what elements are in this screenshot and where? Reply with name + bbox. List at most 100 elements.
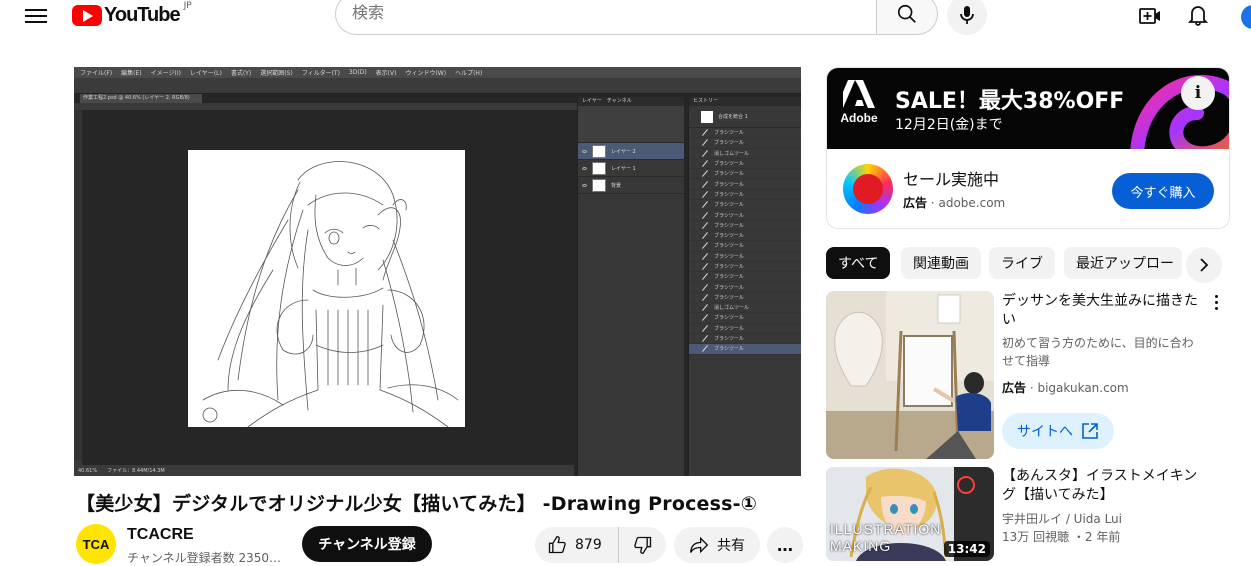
ps-layer-controls [578, 106, 684, 143]
rec-ad-thumbnail[interactable] [826, 291, 994, 459]
search-button[interactable] [876, 0, 938, 35]
ps-history-row: ブラシツール [689, 334, 801, 345]
ps-menu-item: フィルター(T) [301, 70, 340, 77]
rec-video-title[interactable]: 【あんスタ】イラストメイキング【描いてみた】 [1002, 467, 1202, 505]
rec-ad-menu-icon[interactable] [1208, 295, 1224, 313]
rec-video-views: 13万 回視聴 [1002, 530, 1070, 544]
ps-history-label: ブラシツール [714, 181, 744, 188]
rec-video-age: 2 年前 [1084, 530, 1121, 544]
ps-history-label: ブラシツール [714, 284, 744, 291]
brush-icon [702, 139, 708, 147]
ps-history-row: ブラシツール [689, 179, 801, 190]
ps-history-row: ブラシツール [689, 169, 801, 180]
ps-layer-thumb [592, 178, 606, 192]
share-button[interactable]: 共有 [674, 527, 760, 563]
ps-history-label: ブラシツール [714, 222, 744, 229]
brush-icon [702, 221, 708, 229]
ad-sale-date: 12月2日(金)まで [895, 117, 1003, 133]
brush-icon [702, 242, 708, 250]
search-icon [897, 4, 916, 23]
chip-live[interactable]: ライブ [989, 247, 1055, 279]
brush-icon [702, 263, 708, 270]
ps-history-label: ブラシツール [714, 202, 744, 209]
ps-history-label: ブラシツール [714, 171, 744, 178]
ps-snapshot-label: 合成を統合 1 [718, 114, 748, 120]
buy-now-button[interactable]: 今すぐ購入 [1112, 173, 1214, 209]
ps-history-row: ブラシツール [689, 241, 801, 252]
subscribe-button[interactable]: チャンネル登録 [302, 526, 432, 562]
chevron-right-icon [1200, 258, 1209, 272]
sketch-canvas [188, 150, 465, 427]
ps-layer-thumb [592, 161, 606, 175]
creative-cloud-icon [843, 164, 893, 214]
channel-avatar[interactable]: TCA [76, 524, 116, 564]
ps-history-label: ブラシツール [714, 325, 744, 332]
ps-menu-item: レイヤー(L) [189, 70, 222, 77]
ps-history-label: 消しゴムツール [714, 150, 750, 157]
ps-menu-item: 3D(D) [348, 69, 367, 76]
create-video-icon[interactable] [1138, 4, 1162, 28]
ps-history-label: ブラシツール [714, 161, 744, 168]
ps-history-label: ブラシツール [714, 274, 744, 281]
ps-history-row: 消しゴムツール [689, 149, 801, 159]
notifications-bell-icon[interactable] [1186, 3, 1210, 27]
chip-related[interactable]: 関連動画 [901, 247, 981, 279]
brush-icon [702, 129, 708, 137]
eye-icon [582, 149, 587, 153]
ps-history-row: ブラシツール [689, 344, 801, 355]
ps-history-label: 消しゴムツール [714, 305, 750, 312]
rec-video-channel[interactable]: 宇井田ルイ / Uida Lui [1002, 511, 1122, 528]
ps-menu-item: 表示(V) [375, 70, 397, 77]
ps-history-row: ブラシツール [689, 262, 801, 273]
brush-icon [702, 252, 708, 260]
rec-ad-sponsor-line: 広告 · bigakukan.com [1002, 381, 1129, 395]
chip-all[interactable]: すべて [826, 247, 891, 279]
ps-history-label: ブラシツール [714, 191, 744, 198]
ps-history-row: ブラシツール [689, 221, 801, 231]
rec-video-thumbnail[interactable]: ILLUSTRATION MAKING 13:42 [826, 467, 994, 561]
ad-banner[interactable]: Adobe SALE！最大38%OFF 12月2日(金)まで i [827, 68, 1229, 149]
ps-history-row: 消しゴムツール [689, 303, 801, 314]
voice-search-button[interactable] [947, 0, 987, 35]
rec-ad-description: 初めて習う方のために、目的に合わせて指導 [1002, 336, 1194, 368]
ps-history-panel: ヒストリー 合成を統合 1 ブラシツール ブラシツール 消しゴムツール ブラシツールブ… [688, 97, 801, 476]
ps-history-label: ブラシツール [714, 233, 744, 240]
brush-icon [702, 345, 708, 353]
ps-menu-bar: ファイル(F) 編集(E) イメージ(I) レイヤー(L) 書式(Y) 選択範囲(S) フィ… [74, 67, 801, 78]
ad-headline: セール実施中 [903, 170, 1000, 189]
ad-info-icon[interactable]: i [1181, 76, 1215, 110]
video-player[interactable]: ファイル(F) 編集(E) イメージ(I) レイヤー(L) 書式(Y) 選択範囲(S) フィ… [74, 67, 801, 476]
menu-icon[interactable] [25, 5, 47, 27]
video-duration-badge: 13:42 [943, 541, 990, 557]
channel-name[interactable]: TCACRE [127, 526, 194, 544]
youtube-logo[interactable]: YouTube JP [72, 1, 192, 27]
ps-toolbar [74, 110, 82, 460]
brush-icon [702, 149, 708, 157]
dislike-button[interactable] [619, 527, 666, 563]
ps-history-row: ブラシツール [689, 128, 801, 139]
microphone-icon [960, 6, 974, 24]
brush-icon [702, 273, 708, 281]
ps-history-row: ブラシツール [689, 190, 801, 201]
ps-layer-row: レイヤー 2 [578, 143, 684, 160]
account-avatar[interactable] [1241, 5, 1251, 29]
ps-history-label: ブラシツール [714, 346, 744, 353]
like-button[interactable]: 879 [535, 527, 619, 563]
ps-menu-item: イメージ(I) [150, 70, 181, 77]
chips-next-button[interactable] [1186, 247, 1222, 283]
ps-history-row: ブラシツール [689, 200, 801, 211]
ps-layer-list: レイヤー 2 レイヤー 1 背景 [578, 143, 684, 194]
chip-recent-uploads[interactable]: 最近アップロー [1064, 247, 1182, 279]
ad-swirl-graphic [1130, 74, 1229, 149]
rec-ad-title[interactable]: デッサンを美大生並みに描きたい [1002, 292, 1202, 330]
youtube-play-icon [72, 4, 102, 26]
ps-history-row: ブラシツール [689, 138, 801, 149]
eye-icon [582, 183, 587, 187]
like-dislike-group: 879 [535, 527, 666, 563]
thumbs-up-icon [548, 535, 566, 554]
ad-card[interactable]: Adobe SALE！最大38%OFF 12月2日(金)まで i セール実施中 … [826, 67, 1230, 229]
more-actions-button[interactable]: … [767, 527, 803, 563]
visit-site-button[interactable]: サイトへ [1002, 413, 1114, 449]
ps-history-row: ブラシツール [689, 231, 801, 242]
search-input[interactable] [336, 0, 856, 34]
